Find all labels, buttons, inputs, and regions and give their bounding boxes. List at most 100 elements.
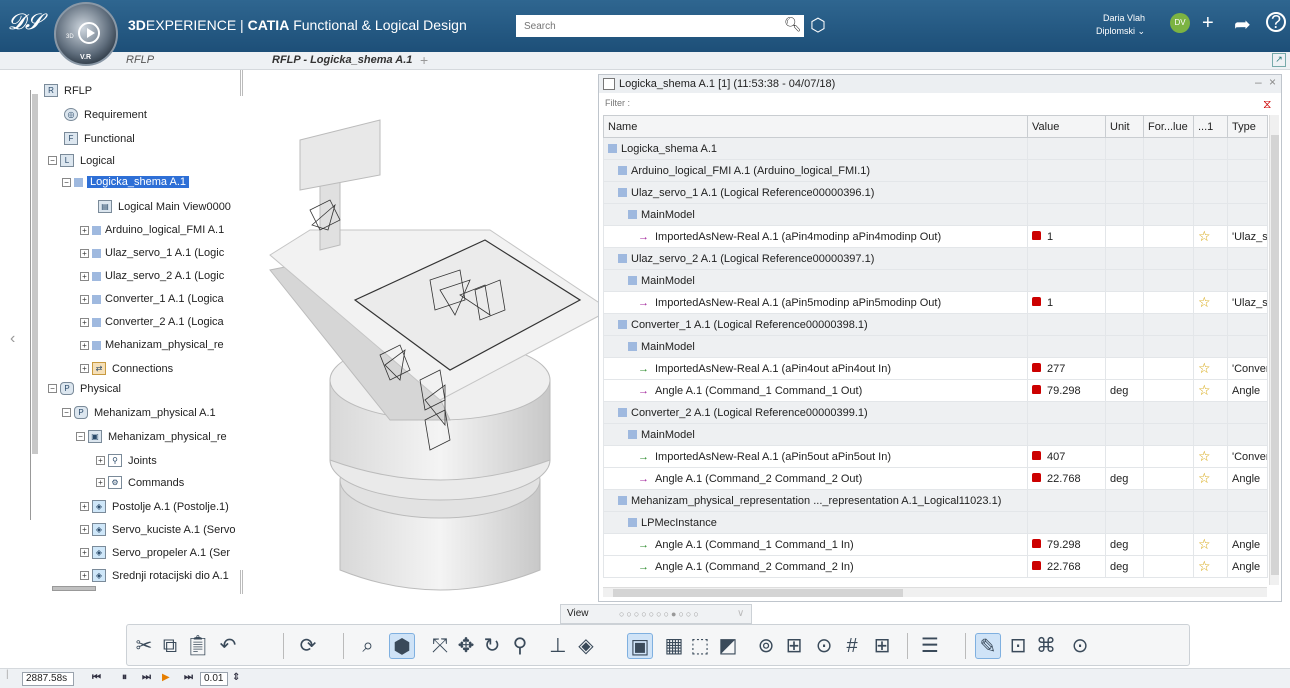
copy-icon[interactable]: ⧉ bbox=[157, 633, 183, 659]
column-header-type[interactable]: Type bbox=[1227, 115, 1268, 138]
star-icon[interactable]: ☆ bbox=[1198, 448, 1211, 464]
tree-scrollbar[interactable] bbox=[32, 94, 38, 454]
search-input[interactable] bbox=[516, 15, 804, 37]
tree-splitter[interactable] bbox=[240, 70, 243, 96]
tree-item-mehanizam-physical-rep[interactable]: − ▣ Mehanizam_physical_re bbox=[76, 430, 227, 443]
tab-rflp-logicka-shema[interactable]: RFLP - Logicka_shema A.1 bbox=[272, 54, 412, 66]
collapse-icon[interactable]: − bbox=[48, 156, 57, 165]
cell-value[interactable]: 407 bbox=[1027, 445, 1106, 468]
cell-value[interactable] bbox=[1027, 203, 1106, 226]
expand-node-icon[interactable]: + bbox=[80, 571, 89, 580]
update-icon[interactable]: ⟳ bbox=[295, 633, 321, 659]
cell-value[interactable]: 22.768 bbox=[1027, 467, 1106, 490]
table-icon[interactable]: ⊞ bbox=[869, 633, 895, 659]
search-icon[interactable]: 🔍︎ bbox=[784, 16, 804, 36]
cell-value[interactable] bbox=[1027, 247, 1106, 270]
expand-node-icon[interactable]: + bbox=[80, 294, 89, 304]
simulation-icon[interactable]: ▦ bbox=[661, 633, 687, 659]
expand-node-icon[interactable]: + bbox=[96, 456, 105, 465]
cell-favorite[interactable] bbox=[1193, 159, 1228, 182]
end-icon[interactable]: ⏭ bbox=[184, 672, 193, 683]
star-icon[interactable]: ☆ bbox=[1198, 470, 1211, 486]
table-row[interactable]: → ImportedAsNew-Real A.1 (aPin5out aPin5o… bbox=[603, 445, 1268, 468]
collapse-icon[interactable]: − bbox=[62, 408, 71, 417]
filter-clear-icon[interactable]: ⧖ bbox=[1263, 97, 1271, 112]
new-tab-icon[interactable]: + bbox=[420, 52, 428, 68]
star-icon[interactable]: ☆ bbox=[1198, 382, 1211, 398]
split-view-icon[interactable]: ⊞ bbox=[781, 633, 807, 659]
pause-icon[interactable]: ⏸ bbox=[122, 672, 127, 683]
tree-splitter-bottom[interactable] bbox=[240, 570, 243, 594]
tree-item-physical[interactable]: − P Physical bbox=[48, 382, 121, 395]
cell-favorite[interactable] bbox=[1193, 335, 1228, 358]
cut-icon[interactable]: ✂ bbox=[131, 633, 157, 659]
tree-item-mehanizam-physical[interactable]: − P Mehanizam_physical A.1 bbox=[62, 406, 216, 419]
table-row[interactable]: Converter_1 A.1 (Logical Reference000003… bbox=[603, 313, 1268, 336]
collapse-icon[interactable]: − bbox=[48, 384, 57, 393]
filter-input[interactable] bbox=[603, 95, 1263, 111]
table-row[interactable]: Converter_2 A.1 (Logical Reference000003… bbox=[603, 401, 1268, 424]
grid-icon[interactable]: # bbox=[839, 633, 865, 659]
column-header-formula-value[interactable]: For...lue bbox=[1143, 115, 1194, 138]
step-spinner-icon[interactable]: ⇕ bbox=[232, 672, 240, 683]
table-row[interactable]: → ImportedAsNew-Real A.1 (aPin4out aPin4o… bbox=[603, 357, 1268, 380]
table-row[interactable]: Ulaz_servo_1 A.1 (Logical Reference00000… bbox=[603, 181, 1268, 204]
tree-item-postolje[interactable]: + ◈ Postolje A.1 (Postolje.1) bbox=[80, 500, 229, 513]
cell-value[interactable] bbox=[1027, 423, 1106, 446]
cell-value[interactable]: 1 bbox=[1027, 225, 1106, 248]
more-actions-icon[interactable]: ⊙ bbox=[1067, 633, 1093, 659]
paste-icon[interactable]: 📋︎ bbox=[185, 633, 211, 659]
help-icon[interactable]: ? bbox=[1266, 12, 1286, 32]
star-icon[interactable]: ☆ bbox=[1198, 536, 1211, 552]
selection-icon[interactable]: ⬚ bbox=[687, 633, 713, 659]
share-icon[interactable]: ➦ bbox=[1234, 12, 1251, 37]
cell-value[interactable] bbox=[1027, 137, 1106, 160]
cell-value[interactable] bbox=[1027, 313, 1106, 336]
tree-item-commands[interactable]: + ⚙ Commands bbox=[96, 476, 184, 489]
table-row[interactable]: LPMecInstance bbox=[603, 511, 1268, 534]
cell-value[interactable] bbox=[1027, 159, 1106, 182]
tree-item-logical[interactable]: − L Logical bbox=[48, 154, 115, 167]
tree-item-functional[interactable]: F Functional bbox=[64, 132, 135, 145]
view-mode-icon[interactable]: ◈ bbox=[573, 633, 599, 659]
close-icon[interactable]: × bbox=[1269, 75, 1276, 89]
column-header-unit[interactable]: Unit bbox=[1105, 115, 1144, 138]
expand-node-icon[interactable]: + bbox=[80, 271, 89, 281]
cell-value[interactable] bbox=[1027, 181, 1106, 204]
collapse-icon[interactable]: − bbox=[76, 432, 85, 441]
tag-icon[interactable]: ⬡ bbox=[810, 15, 826, 36]
table-row[interactable]: Logicka_shema A.1 bbox=[603, 137, 1268, 160]
cell-favorite[interactable] bbox=[1193, 247, 1228, 270]
cell-value[interactable] bbox=[1027, 511, 1106, 534]
compass-widget[interactable]: 3D V.R bbox=[54, 2, 118, 66]
expand-node-icon[interactable]: + bbox=[80, 225, 89, 235]
ds-logo[interactable]: 𝓓𝓢 bbox=[8, 10, 42, 35]
star-icon[interactable]: ☆ bbox=[1198, 558, 1211, 574]
cell-favorite[interactable] bbox=[1193, 269, 1228, 292]
expand-node-icon[interactable]: + bbox=[80, 364, 89, 373]
play-icon[interactable] bbox=[78, 22, 100, 44]
view-section-tab[interactable]: View ○○○○○○○●○○○ ∨ bbox=[560, 604, 752, 624]
cell-value[interactable] bbox=[1027, 489, 1106, 512]
tree-item-mehanizam-physical-re[interactable]: + Mehanizam_physical_re bbox=[80, 339, 224, 351]
mapping-icon[interactable]: ⌘ bbox=[1033, 633, 1059, 659]
column-header-name[interactable]: Name bbox=[603, 115, 1028, 138]
cell-favorite[interactable] bbox=[1193, 401, 1228, 424]
tree-item-rflp[interactable]: R RFLP bbox=[44, 84, 92, 97]
3d-viewport[interactable] bbox=[250, 80, 610, 600]
cell-favorite[interactable] bbox=[1193, 489, 1228, 512]
tab-rflp[interactable]: RFLP bbox=[126, 54, 154, 66]
table-row[interactable]: → ImportedAsNew-Real A.1 (aPin5modinp aPi… bbox=[603, 291, 1268, 314]
view-cube-icon[interactable]: ⬢ bbox=[389, 633, 415, 659]
cell-value[interactable]: 277 bbox=[1027, 357, 1106, 380]
star-icon[interactable]: ☆ bbox=[1198, 294, 1211, 310]
cell-favorite[interactable]: ☆ bbox=[1193, 225, 1228, 248]
tree-item-joints[interactable]: + ⚲ Joints bbox=[96, 454, 157, 467]
measure-icon[interactable]: ⊚ bbox=[753, 633, 779, 659]
expand-icon[interactable]: ↗ bbox=[1272, 53, 1286, 67]
cell-favorite[interactable]: ☆ bbox=[1193, 445, 1228, 468]
undo-icon[interactable]: ↶ bbox=[215, 633, 241, 659]
table-row[interactable]: → Angle A.1 (Command_2 Command_2 Out) 22.7… bbox=[603, 467, 1268, 490]
expand-node-icon[interactable]: + bbox=[80, 502, 89, 511]
expand-node-icon[interactable]: + bbox=[96, 478, 105, 487]
